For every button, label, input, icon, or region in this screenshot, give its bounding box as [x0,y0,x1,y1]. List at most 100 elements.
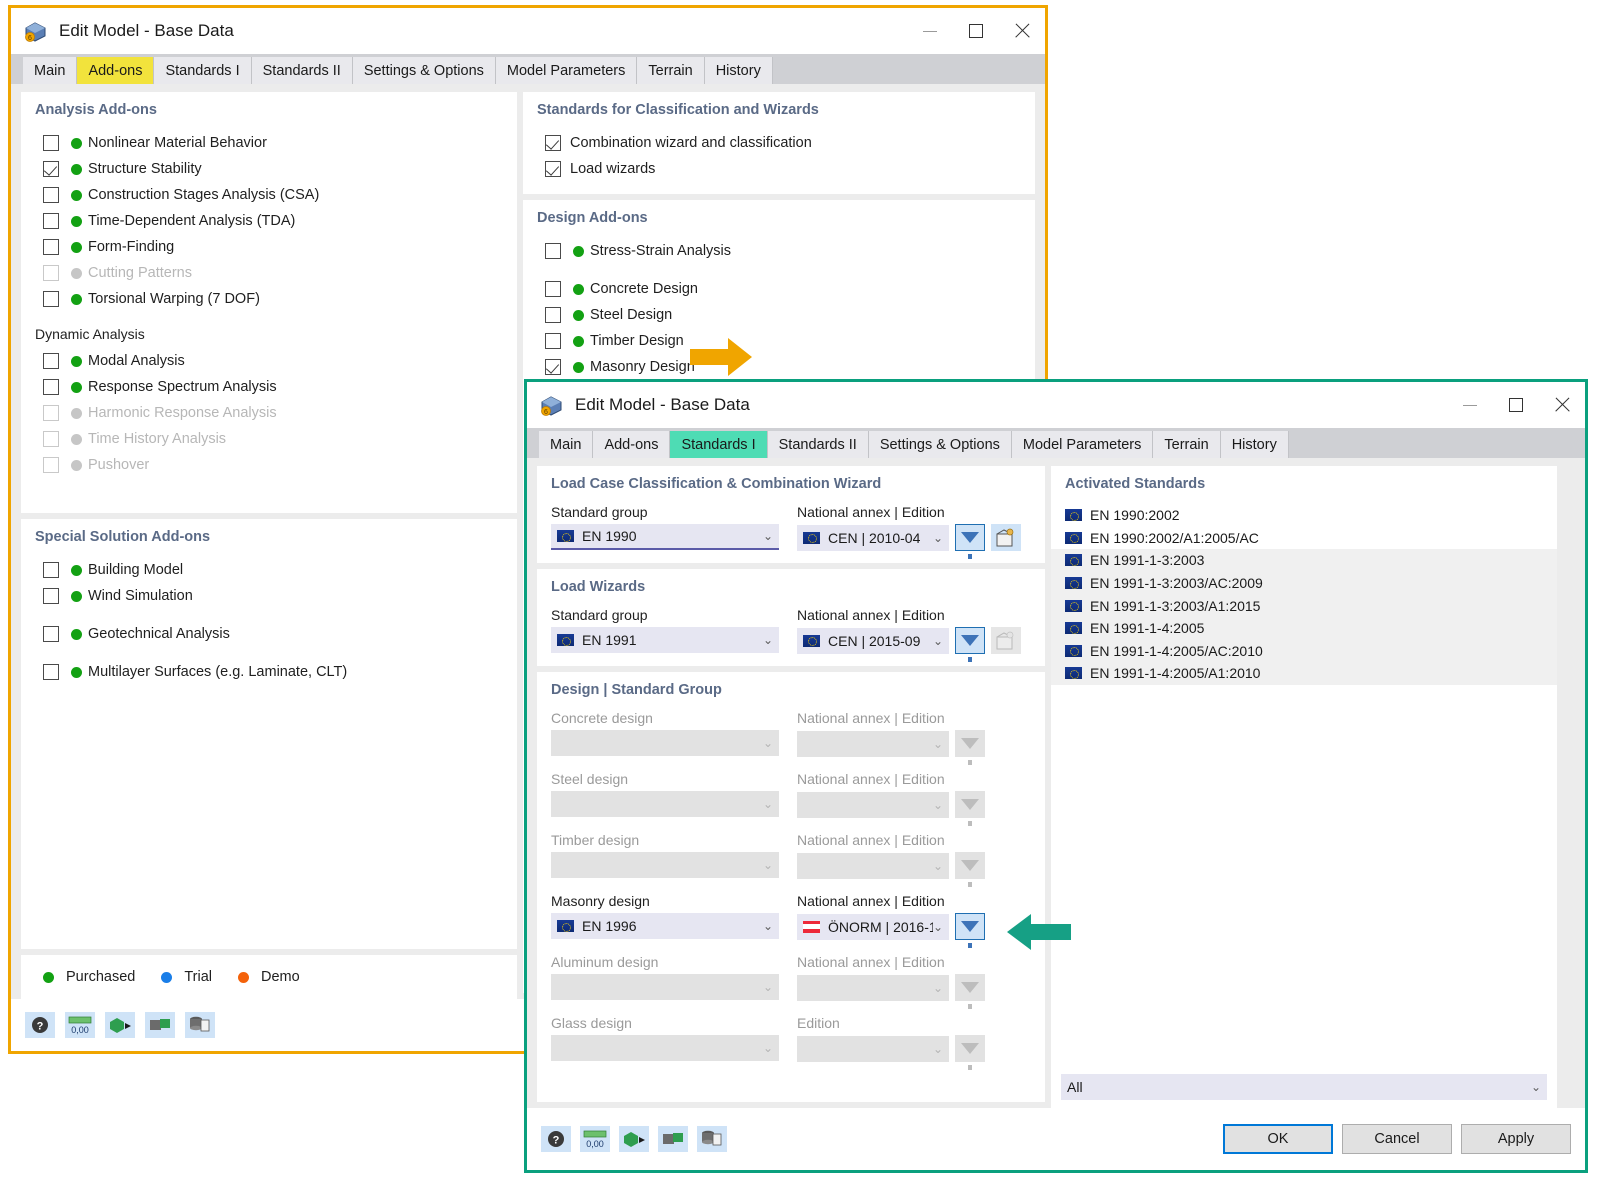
checkbox-nonlinear-material[interactable] [43,135,59,151]
tabstrip-front[interactable]: Main Add-ons Standards I Standards II Se… [527,428,1585,458]
combo-masonry-design[interactable]: EN 1996 ⌄ [551,913,779,939]
standards-library-button-load-case[interactable] [991,524,1021,551]
export-icon-front[interactable] [619,1126,649,1152]
checkbox-row-geotechnical-analysis[interactable]: Geotechnical Analysis [35,621,503,647]
tab-standards-1-back[interactable]: Standards I [154,57,251,84]
checkbox-row-building-model[interactable]: Building Model [35,557,503,583]
checkbox-building-model[interactable] [43,562,59,578]
checkbox-row-load-wizards[interactable]: Load wizards [537,156,1021,182]
checkbox-row-combination-wizard[interactable]: Combination wizard and classification [537,130,1021,156]
activated-standards-filter-combo[interactable]: All ⌄ [1061,1074,1547,1100]
ok-button[interactable]: OK [1223,1124,1333,1154]
tabstrip-back[interactable]: Main Add-ons Standards I Standards II Se… [11,54,1045,84]
standard-list-item[interactable]: EN 1990:2002 [1051,504,1557,527]
combo-masonry-annex[interactable]: ÖNORM | 2016-11 ⌄ [797,914,949,940]
combo-standard-group-load-wizards[interactable]: EN 1991 ⌄ [551,627,779,653]
export-icon-back[interactable] [105,1012,135,1038]
checkbox-row-time-dependent[interactable]: Time-Dependent Analysis (TDA) [35,208,503,234]
tab-model-params-back[interactable]: Model Parameters [496,57,637,84]
checkbox-construction-stages[interactable] [43,187,59,203]
checkbox-structure-stability[interactable] [43,161,59,177]
tab-main-front[interactable]: Main [539,431,593,458]
checkbox-row-construction-stages[interactable]: Construction Stages Analysis (CSA) [35,182,503,208]
tab-standards-2-front[interactable]: Standards II [768,431,869,458]
checkbox-row-form-finding[interactable]: Form-Finding [35,234,503,260]
edit-model-standards-window[interactable]: 6 Edit Model - Base Data Main Add-ons St… [524,379,1588,1173]
checkbox-row-wind-simulation[interactable]: Wind Simulation [35,583,503,609]
combo-annex-load-wizards[interactable]: CEN | 2015-09 ⌄ [797,628,949,654]
help-icon-front[interactable]: ? [541,1126,571,1152]
minimize-button-front[interactable] [1447,382,1493,428]
checkbox-row-stress-strain[interactable]: Stress-Strain Analysis [537,238,1021,264]
status-dot-green [71,138,82,149]
maximize-button-front[interactable] [1493,382,1539,428]
standard-list-item[interactable]: EN 1991-1-4:2005/AC:2010 [1051,640,1557,663]
label-pushover: Pushover [88,457,149,473]
standard-list-item[interactable]: EN 1991-1-4:2005 [1051,617,1557,640]
checkbox-row-torsional-warping[interactable]: Torsional Warping (7 DOF) [35,286,503,312]
checkbox-row-masonry-design[interactable]: Masonry Design [537,354,1021,380]
tab-settings-back[interactable]: Settings & Options [353,57,496,84]
checkbox-row-concrete-design[interactable]: Concrete Design [537,276,1021,302]
standard-list-item[interactable]: EN 1991-1-3:2003/A1:2015 [1051,594,1557,617]
checkbox-time-dependent[interactable] [43,213,59,229]
tab-addons-front[interactable]: Add-ons [593,431,670,458]
help-icon-back[interactable]: ? [25,1012,55,1038]
checkbox-concrete-design[interactable] [545,281,561,297]
tab-standards-2-back[interactable]: Standards II [252,57,353,84]
tab-settings-front[interactable]: Settings & Options [869,431,1012,458]
database-icon-front[interactable] [697,1126,727,1152]
tab-history-front[interactable]: History [1221,431,1289,458]
checkbox-masonry-design[interactable] [545,359,561,375]
standard-list-item[interactable]: EN 1991-1-3:2003 [1051,549,1557,572]
combo-annex-load-case[interactable]: CEN | 2010-04 ⌄ [797,525,949,551]
design-row-aluminum: Aluminum design ⌄ National annex | Editi… [551,954,1031,1001]
apply-button[interactable]: Apply [1461,1124,1571,1154]
combo-standard-group-load-case[interactable]: EN 1990 ⌄ [551,524,779,550]
checkbox-row-multilayer-surfaces[interactable]: Multilayer Surfaces (e.g. Laminate, CLT) [35,659,503,685]
close-button-front[interactable] [1539,382,1585,428]
checkbox-row-modal-analysis[interactable]: Modal Analysis [35,348,503,374]
checkbox-multilayer-surfaces[interactable] [43,664,59,680]
import-icon-front[interactable] [658,1126,688,1152]
cancel-button[interactable]: Cancel [1342,1124,1452,1154]
maximize-button-back[interactable] [953,8,999,54]
units-icon-back[interactable]: 0,00 [65,1012,95,1038]
checkbox-combination-wizard[interactable] [545,135,561,151]
checkbox-wind-simulation[interactable] [43,588,59,604]
tab-main-back[interactable]: Main [23,57,77,84]
tab-history-back[interactable]: History [705,57,773,84]
activated-standards-title: Activated Standards [1051,476,1557,492]
database-icon-back[interactable] [185,1012,215,1038]
checkbox-load-wizards[interactable] [545,161,561,177]
close-button-back[interactable] [999,8,1045,54]
checkbox-response-spectrum[interactable] [43,379,59,395]
checkbox-modal-analysis[interactable] [43,353,59,369]
standard-list-item[interactable]: EN 1990:2002/A1:2005/AC [1051,527,1557,550]
filter-button-masonry[interactable] [955,913,985,940]
import-icon-back[interactable] [145,1012,175,1038]
checkbox-row-structure-stability[interactable]: Structure Stability [35,156,503,182]
checkbox-timber-design[interactable] [545,333,561,349]
checkbox-form-finding[interactable] [43,239,59,255]
filter-button-load-wizards[interactable] [955,627,985,654]
tab-terrain-front[interactable]: Terrain [1153,431,1220,458]
units-icon-front[interactable]: 0,00 [580,1126,610,1152]
tab-terrain-back[interactable]: Terrain [637,57,704,84]
checkbox-row-steel-design[interactable]: Steel Design [537,302,1021,328]
minimize-button-back[interactable] [907,8,953,54]
checkbox-geotechnical-analysis[interactable] [43,626,59,642]
checkbox-stress-strain[interactable] [545,243,561,259]
checkbox-row-response-spectrum[interactable]: Response Spectrum Analysis [35,374,503,400]
checkbox-row-timber-design[interactable]: Timber Design [537,328,1021,354]
standard-list-item[interactable]: EN 1991-1-4:2005/A1:2010 [1051,662,1557,685]
checkbox-torsional-warping[interactable] [43,291,59,307]
tab-addons-back[interactable]: Add-ons [77,57,154,84]
tab-model-params-front[interactable]: Model Parameters [1012,431,1153,458]
tab-standards-1-front[interactable]: Standards I [670,431,767,458]
checkbox-row-nonlinear-material[interactable]: Nonlinear Material Behavior [35,130,503,156]
checkbox-steel-design[interactable] [545,307,561,323]
standard-list-item[interactable]: EN 1991-1-3:2003/AC:2009 [1051,572,1557,595]
chevron-down-icon: ⌄ [1531,1080,1541,1094]
filter-button-load-case[interactable] [955,524,985,551]
